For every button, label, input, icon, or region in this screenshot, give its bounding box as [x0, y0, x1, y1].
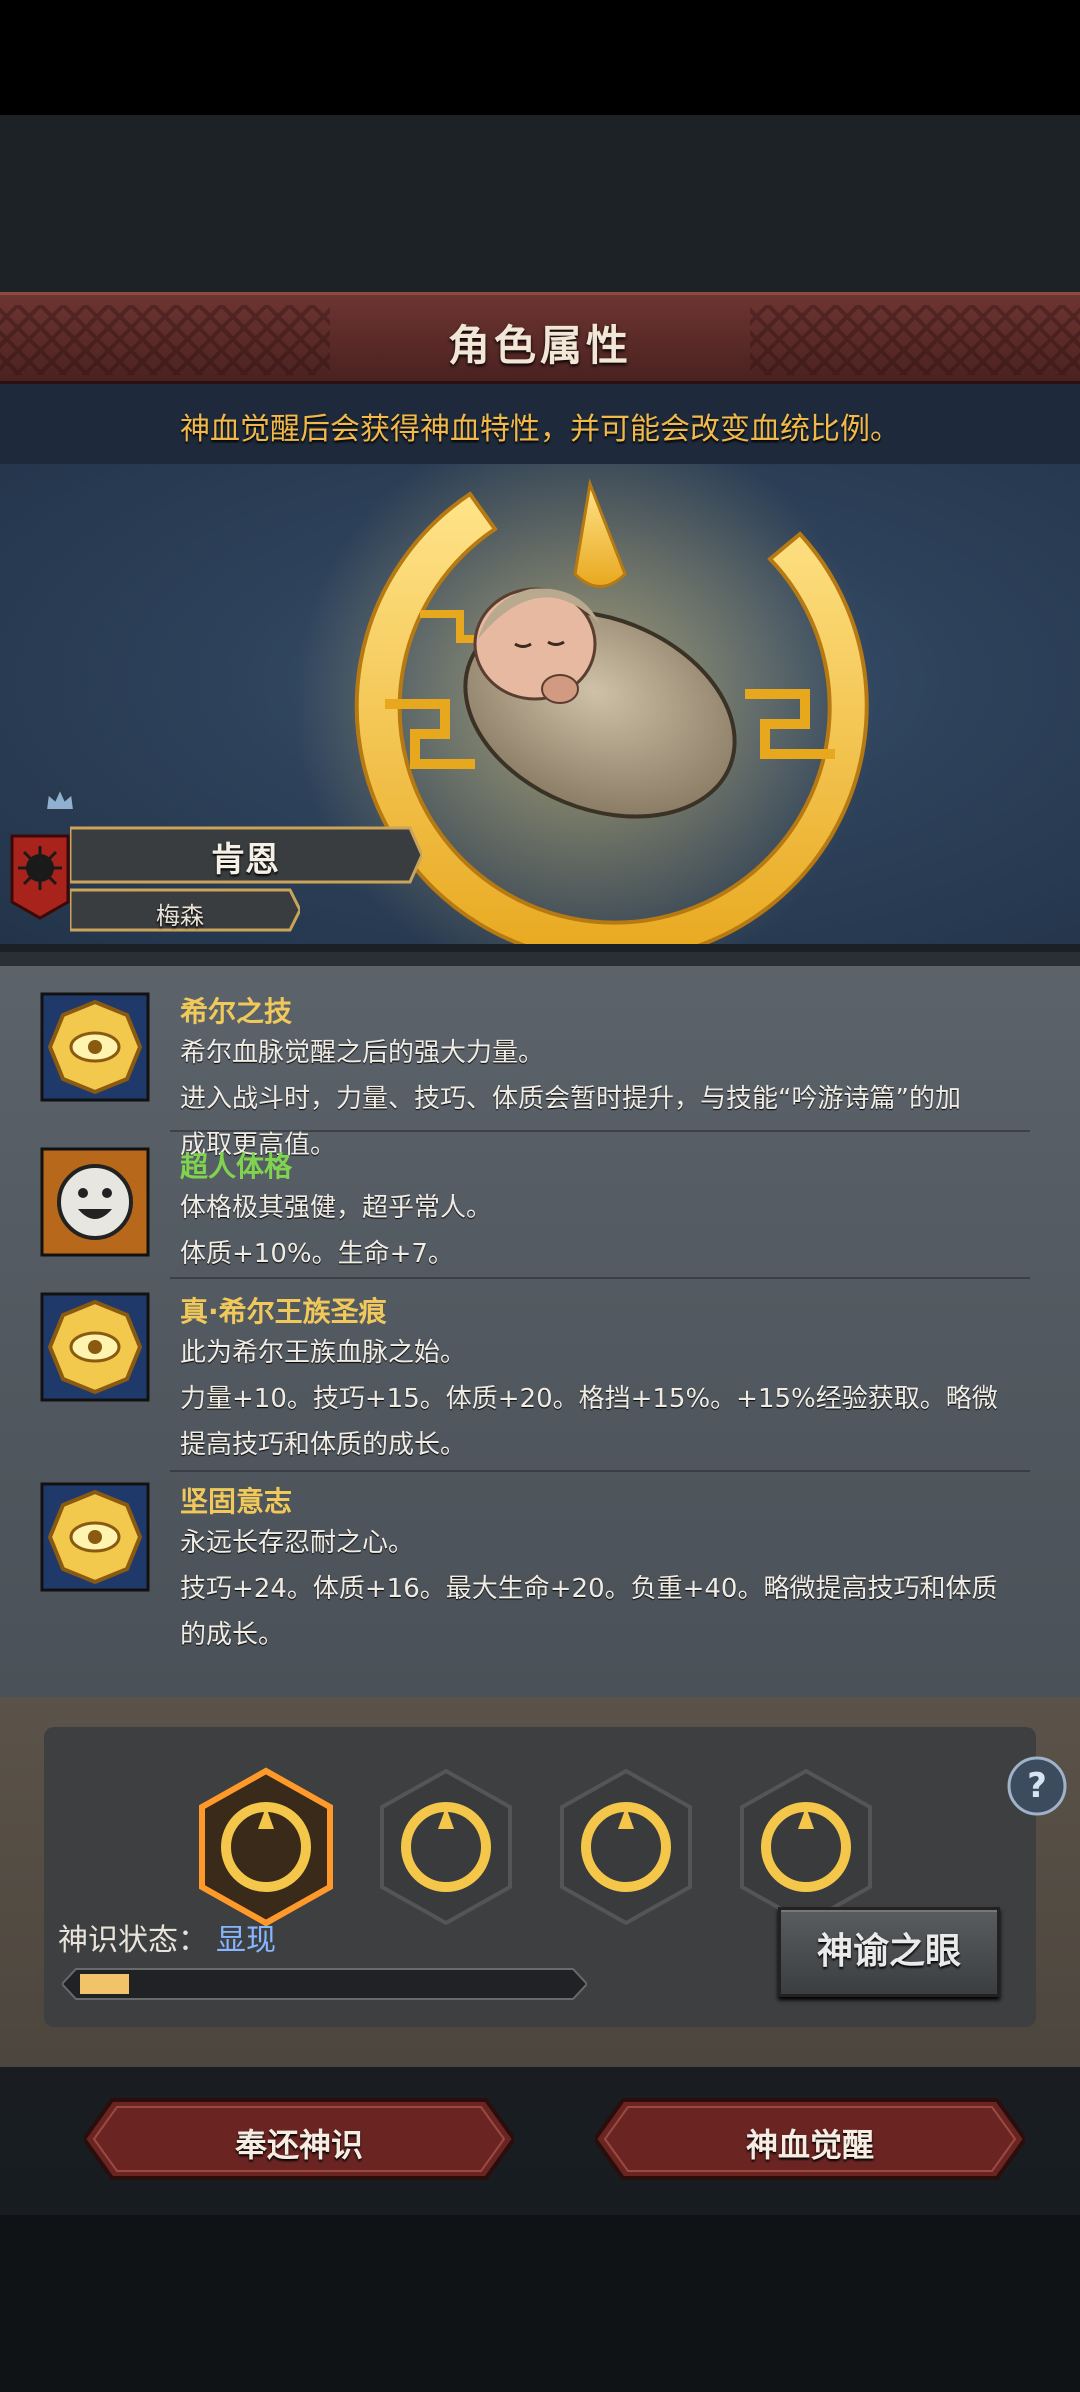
rank-crown-icon	[44, 786, 76, 811]
panel-subtitle: 神血觉醒后会获得神血特性，并可能会改变血统比例。	[180, 412, 900, 447]
divine-sense-status-label: 神识状态：	[58, 1923, 208, 1958]
divine-slot-2[interactable]	[376, 1767, 516, 1927]
bottom-area	[0, 2215, 1080, 2392]
divider	[170, 1130, 1030, 1132]
divider	[170, 1277, 1030, 1279]
status-bar	[0, 0, 1080, 115]
trait-list[interactable]: 希尔之技 希尔血脉觉醒之后的强大力量。 进入战斗时，力量、技巧、体质会暂时提升，…	[0, 952, 1080, 1697]
list-top-edge	[0, 952, 1080, 966]
divine-sense-progress-bar	[62, 1968, 587, 2000]
trait-description: 此为希尔王族血脉之始。 力量+10。技巧+15。体质+20。格挡+15%。+15…	[180, 1338, 998, 1460]
divider	[170, 1470, 1030, 1472]
divine-sense-box: ? 神识状态： 显现 神谕之眼	[44, 1727, 1067, 2027]
divine-sense-controls: ? 神识状态： 显现 神谕之眼	[0, 1697, 1080, 2067]
trait-name: 真·希尔王族圣痕	[180, 1295, 387, 1328]
character-name: 肯恩	[211, 840, 279, 880]
family-banner-icon	[10, 834, 70, 920]
trait-name: 希尔之技	[180, 995, 293, 1028]
divine-slot-1[interactable]	[196, 1767, 336, 1927]
help-icon[interactable]: ?	[1006, 1755, 1068, 1817]
return-divine-sense-label[interactable]: 奉还神识	[84, 2120, 514, 2166]
svg-text:?: ?	[1027, 1766, 1047, 1806]
character-sub-name: 梅森	[156, 902, 204, 930]
panel-title: 角色属性	[447, 321, 632, 370]
divine-slot-4[interactable]	[736, 1767, 876, 1927]
divine-slot-3[interactable]	[556, 1767, 696, 1927]
oracle-eye-button[interactable]: 神谕之眼	[778, 1907, 1000, 1997]
golden-eye-emblem-icon	[40, 1292, 150, 1402]
character-attributes-panel: 角色属性 神血觉醒后会获得神血特性，并可能会改变血统比例。 肯恩 梅森 希尔之技…	[0, 292, 1080, 2067]
trait-description: 希尔血脉觉醒之后的强大力量。 进入战斗时，力量、技巧、体质会暂时提升，与技能“吟…	[180, 1038, 961, 1160]
golden-eye-emblem-icon	[40, 1482, 150, 1592]
divine-sense-status-value: 显现	[216, 1923, 276, 1958]
trait-description: 永远长存忍耐之心。 技巧+24。体质+16。最大生命+20。负重+40。略微提高…	[180, 1528, 998, 1650]
trait-name: 坚固意志	[180, 1485, 293, 1518]
smiley-face-icon	[40, 1147, 150, 1257]
golden-eye-emblem-icon	[40, 992, 150, 1102]
trait-description: 体格极其强健，超乎常人。 体质+10%。生命+7。	[180, 1193, 493, 1269]
trait-name: 超人体格	[180, 1150, 293, 1183]
divine-blood-awaken-label[interactable]: 神血觉醒	[595, 2120, 1025, 2166]
